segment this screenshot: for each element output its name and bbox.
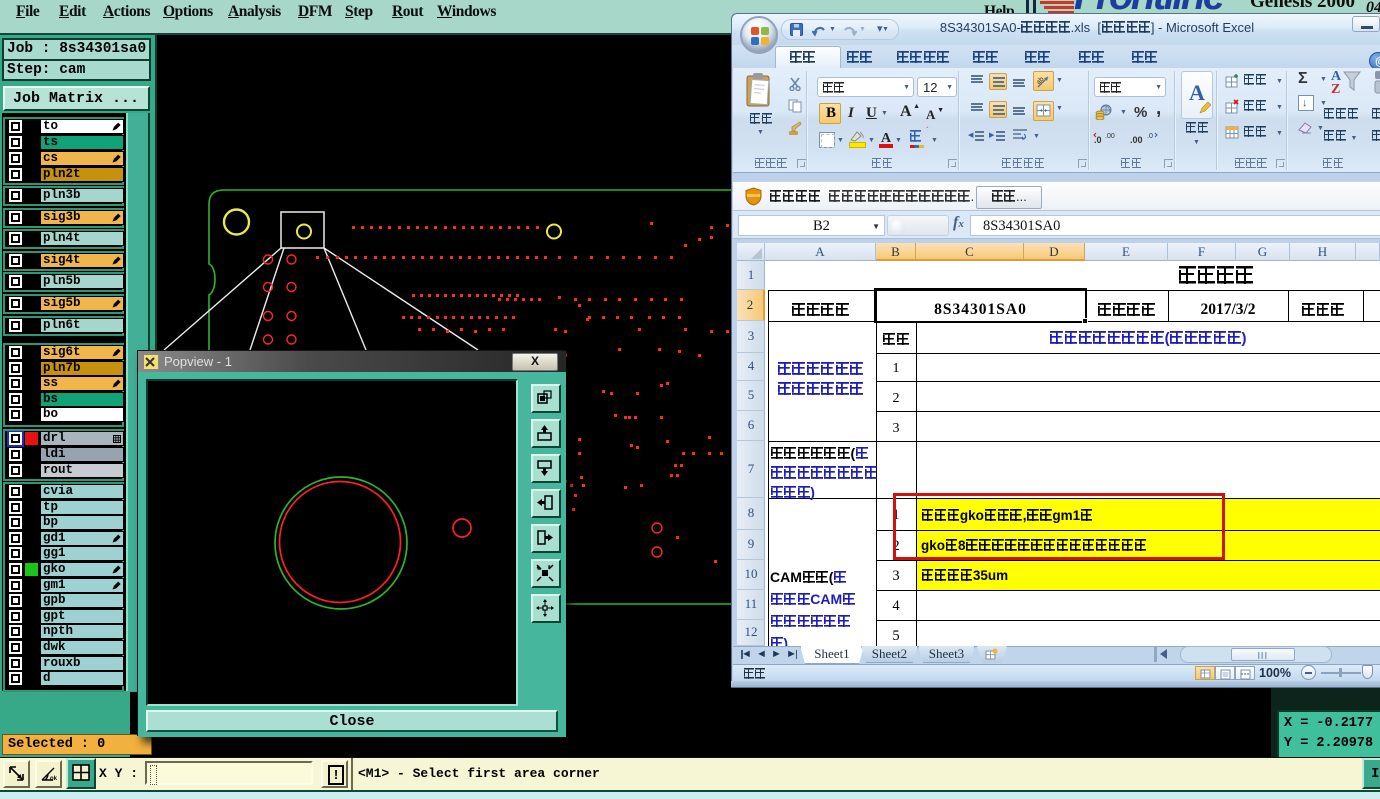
svg-text:ok: ok (50, 776, 58, 782)
svg-text:.00: .00 (1105, 133, 1115, 140)
svg-text:.00: .00 (1130, 135, 1143, 145)
svg-text:.0: .0 (1147, 133, 1153, 140)
svg-text:ab: ab (1036, 76, 1046, 87)
